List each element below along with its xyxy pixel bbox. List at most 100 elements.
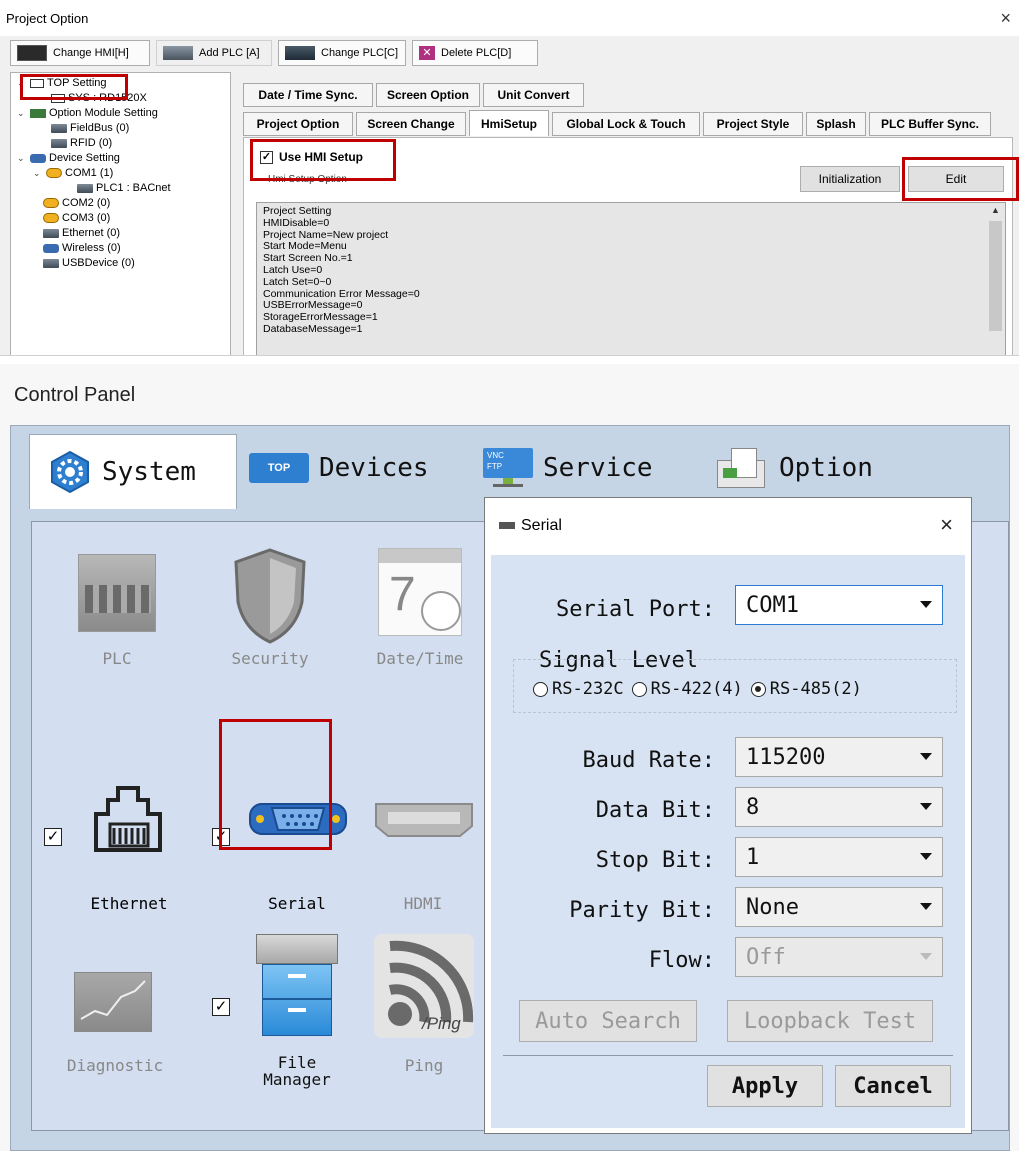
- tab-devices[interactable]: TOP Devices: [241, 434, 459, 502]
- app-plc[interactable]: PLC: [62, 544, 172, 684]
- tree-node-device-setting[interactable]: ⌄ Device Setting: [17, 152, 120, 164]
- ping-wifi-icon: /Ping: [374, 934, 474, 1038]
- devices-top-icon: TOP: [249, 453, 309, 483]
- hmi-icon: [17, 45, 47, 61]
- frame-icon: [30, 78, 44, 88]
- chevron-down-icon: [920, 953, 932, 960]
- parity-bit-label: Parity Bit:: [569, 898, 715, 923]
- tree-node-rfid[interactable]: RFID (0): [51, 137, 112, 149]
- tree-node-ethernet[interactable]: Ethernet (0): [43, 227, 120, 239]
- tree-node-com3[interactable]: COM3 (0): [43, 212, 110, 224]
- chevron-down-icon: [920, 753, 932, 760]
- add-plc-button[interactable]: Add PLC [A]: [156, 40, 272, 66]
- stop-bit-select[interactable]: 1: [735, 837, 943, 877]
- app-ethernet[interactable]: Ethernet: [74, 772, 184, 922]
- plc-icon: [77, 183, 93, 193]
- app-datetime[interactable]: 7 Date/Time: [360, 544, 480, 684]
- loopback-test-button: Loopback Test: [727, 1000, 933, 1042]
- auto-search-button: Auto Search: [519, 1000, 697, 1042]
- data-bit-select[interactable]: 8: [735, 787, 943, 827]
- tab-date-time-sync[interactable]: Date / Time Sync.: [243, 83, 373, 107]
- apply-button[interactable]: Apply: [707, 1065, 823, 1107]
- serial-port-label: Serial Port:: [556, 597, 715, 622]
- calendar-clock-icon: 7: [378, 548, 462, 636]
- settings-line: Project Setting: [263, 205, 332, 217]
- app-hdmi[interactable]: HDMI: [368, 772, 478, 922]
- diagnostic-chart-icon: [74, 972, 152, 1032]
- checkbox-checked-icon[interactable]: ✓: [260, 150, 273, 164]
- tab-plc-buffer-sync[interactable]: PLC Buffer Sync.: [869, 112, 991, 136]
- chevron-down-icon[interactable]: ⌄: [17, 153, 27, 164]
- settings-line: Project Name=New project: [263, 228, 389, 241]
- shield-icon: [234, 548, 306, 644]
- delete-icon: ✕: [419, 46, 435, 60]
- tab-system[interactable]: System: [29, 434, 237, 509]
- settings-text-area[interactable]: Project Setting HMIDisable=0 Project Nam…: [256, 202, 1006, 355]
- close-icon[interactable]: ×: [1000, 8, 1011, 29]
- com-port-icon: [46, 168, 62, 178]
- tree-node-wireless[interactable]: Wireless (0): [43, 242, 121, 254]
- serial-checkbox[interactable]: ✓: [212, 828, 230, 846]
- close-icon[interactable]: ×: [940, 512, 953, 538]
- tab-project-style[interactable]: Project Style: [703, 112, 803, 136]
- app-file-manager[interactable]: File Manager: [242, 922, 352, 1112]
- tree-node-com1[interactable]: ⌄ COM1 (1): [33, 167, 113, 179]
- app-serial[interactable]: Serial: [242, 772, 352, 922]
- signal-level-options: RS-232C RS-422(4) RS-485(2): [533, 679, 862, 699]
- change-hmi-button[interactable]: Change HMI[H]: [10, 40, 150, 66]
- app-diagnostic[interactable]: Diagnostic: [50, 942, 180, 1102]
- tab-hmisetup[interactable]: HmiSetup: [469, 110, 549, 136]
- tab-project-option[interactable]: Project Option: [243, 112, 353, 136]
- tree-node-sys[interactable]: SYS : RD1520X: [51, 92, 147, 104]
- scrollbar[interactable]: ▲: [987, 205, 1004, 335]
- radio-rs422[interactable]: [631, 681, 647, 697]
- tab-global-lock-touch[interactable]: Global Lock & Touch: [552, 112, 700, 136]
- tab-service[interactable]: VNC FTP Service: [473, 434, 693, 502]
- tree-node-fieldbus[interactable]: FieldBus (0): [51, 122, 129, 134]
- tree-node-plc1[interactable]: PLC1 : BACnet: [77, 182, 171, 194]
- baud-rate-label: Baud Rate:: [582, 748, 715, 773]
- control-panel-title: Control Panel: [14, 384, 136, 406]
- plc-change-icon: [285, 46, 315, 60]
- radio-rs232c[interactable]: [533, 681, 548, 697]
- change-plc-button[interactable]: Change PLC[C]: [278, 40, 406, 66]
- use-hmi-setup-checkbox[interactable]: ✓ Use HMI Setup: [260, 150, 363, 164]
- scroll-thumb[interactable]: [989, 221, 1002, 331]
- serial-port-select[interactable]: COM1: [735, 585, 943, 625]
- plc-icon: [78, 554, 156, 632]
- stop-bit-label: Stop Bit:: [595, 848, 715, 873]
- tab-splash[interactable]: Splash: [806, 112, 866, 136]
- app-security[interactable]: Security: [210, 544, 330, 684]
- settings-line: Latch Set=0~0: [263, 275, 332, 288]
- file-manager-checkbox[interactable]: ✓: [212, 998, 230, 1016]
- parity-bit-select[interactable]: None: [735, 887, 943, 927]
- chevron-down-icon[interactable]: ⌄: [17, 108, 27, 119]
- delete-plc-button[interactable]: ✕ Delete PLC[D]: [412, 40, 538, 66]
- radio-rs485[interactable]: [750, 681, 766, 697]
- tree-node-com2[interactable]: COM2 (0): [43, 197, 110, 209]
- chevron-down-icon[interactable]: ⌄: [17, 78, 27, 89]
- ethernet-checkbox[interactable]: ✓: [44, 828, 62, 846]
- app-ping[interactable]: /Ping Ping: [364, 922, 484, 1102]
- tab-option[interactable]: Option: [709, 434, 899, 502]
- chevron-down-icon[interactable]: ⌄: [33, 168, 43, 179]
- serial-dialog-titlebar: Serial ×: [485, 498, 971, 554]
- tab-screen-option[interactable]: Screen Option: [376, 83, 480, 107]
- tree-node-top-setting[interactable]: ⌄ TOP Setting: [17, 77, 107, 89]
- project-option-window: Project Option × Change HMI[H] Add PLC […: [0, 0, 1019, 356]
- device-icon: [51, 123, 67, 133]
- settings-line: Start Screen No.=1: [263, 252, 353, 265]
- tree-node-usbdevice[interactable]: USBDevice (0): [43, 257, 135, 269]
- edit-button[interactable]: Edit: [908, 166, 1004, 192]
- scroll-up-icon[interactable]: ▲: [987, 205, 1004, 217]
- baud-rate-select[interactable]: 115200: [735, 737, 943, 777]
- group-label: Hmi Setup Option: [268, 174, 347, 185]
- cancel-button[interactable]: Cancel: [835, 1065, 951, 1107]
- tab-unit-convert[interactable]: Unit Convert: [483, 83, 584, 107]
- tree-node-option-module[interactable]: ⌄ Option Module Setting: [17, 107, 158, 119]
- settings-line: DatabaseMessage=1: [263, 322, 363, 335]
- option-folder-icon: [713, 446, 769, 490]
- settings-line: StorageErrorMessage=1: [263, 311, 378, 324]
- tab-screen-change[interactable]: Screen Change: [356, 112, 466, 136]
- initialization-button[interactable]: Initialization: [800, 166, 900, 192]
